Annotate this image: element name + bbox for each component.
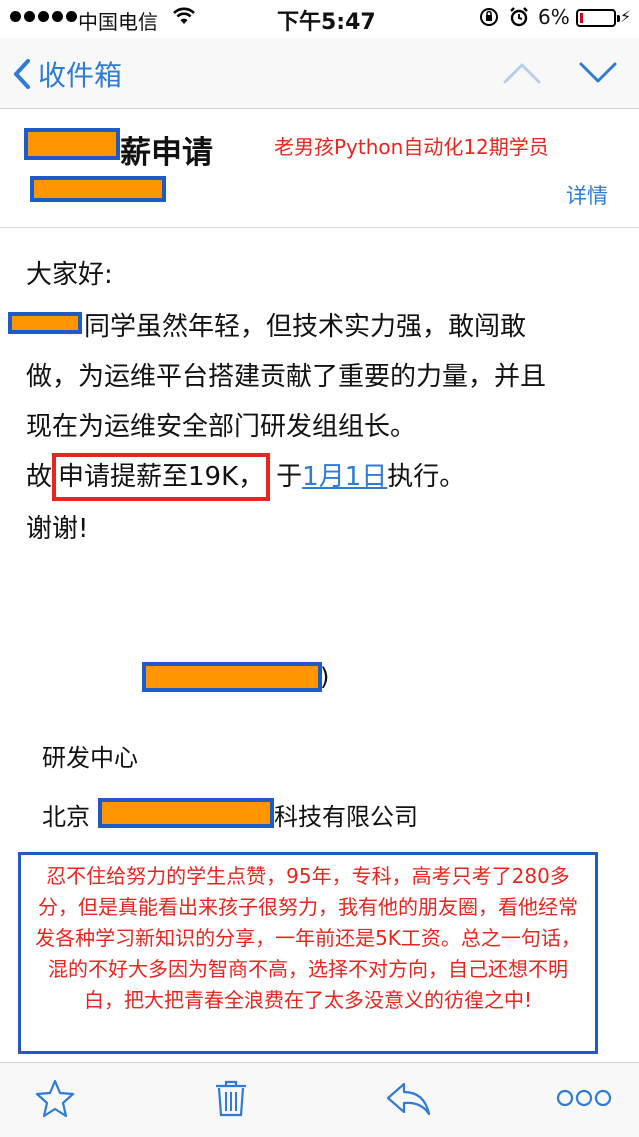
rotation-lock-icon [478, 6, 500, 33]
thanks: 谢谢! [26, 514, 89, 544]
more-button[interactable] [556, 1078, 612, 1122]
carrier-name: 中国电信 [78, 10, 158, 34]
battery-icon [576, 9, 620, 27]
back-label: 收件箱 [38, 59, 123, 92]
signature-paren: ) [320, 663, 330, 691]
bottom-toolbar [0, 1062, 639, 1137]
annotation-comment: 忍不住给努力的学生点赞，95年，专科，高考只考了280多分，但是真能看出来孩子很… [35, 864, 581, 1012]
previous-message-button[interactable] [502, 60, 542, 90]
email-subject: 薪申请 [120, 135, 213, 171]
reply-icon [386, 1082, 431, 1116]
next-message-button[interactable] [578, 60, 618, 90]
chevron-down-icon [579, 62, 617, 83]
body-line: 做，为运维平台搭建贡献了重要的力量，并且 [26, 362, 547, 392]
charging-bolt-icon: ⚡ [620, 7, 632, 26]
annotation-label: 老男孩Python自动化12期学员 [274, 135, 549, 159]
signature-department: 研发中心 [42, 744, 138, 772]
alarm-icon [508, 6, 530, 33]
wifi-icon [172, 6, 196, 31]
signature-redaction-box [142, 662, 322, 692]
details-link[interactable]: 详情 [566, 180, 608, 210]
battery-percent: 6% [538, 5, 570, 29]
salary-highlight: 申请提薪至19K， [52, 453, 271, 501]
delete-button[interactable] [212, 1078, 250, 1122]
body-text: 执行。 [387, 462, 466, 492]
company-redaction-box [98, 798, 274, 828]
greeting: 大家好: [26, 260, 113, 290]
reply-button[interactable] [384, 1078, 432, 1122]
annotation-comment-box: 忍不住给努力的学生点赞，95年，专科，高考只考了280多分，但是真能看出来孩子很… [18, 852, 598, 1054]
body-line: 现在为运维安全部门研发组组长。 [26, 412, 417, 442]
signal-strength-icon [10, 11, 77, 22]
divider [0, 227, 639, 228]
back-button[interactable]: 收件箱 [12, 54, 122, 94]
chevron-up-icon [503, 63, 541, 84]
name-redaction-box [8, 312, 82, 334]
body-text: 故 [26, 462, 53, 492]
status-bar: 中国电信 下午5:47 6% ⚡ [0, 0, 639, 38]
date-link[interactable]: 1月1日 [302, 450, 387, 504]
body-text: 于 [276, 462, 303, 492]
signature-company-suffix: 科技有限公司 [274, 803, 418, 831]
body-line-request: 故 申请提薪至19K， 于 1月1日 执行。 [26, 450, 465, 504]
body-line: 同学虽然年轻，但技术实力强，敢闯敢 [84, 312, 527, 342]
more-icon [556, 1089, 612, 1107]
chevron-left-icon [14, 59, 30, 89]
clock: 下午5:47 [277, 10, 376, 35]
signature-company-prefix: 北京 [42, 803, 90, 831]
redaction-box [24, 128, 120, 160]
trash-icon [216, 1080, 246, 1117]
flag-button[interactable] [34, 1078, 76, 1122]
star-icon [35, 1079, 75, 1118]
sender-redaction-box[interactable] [30, 176, 166, 202]
